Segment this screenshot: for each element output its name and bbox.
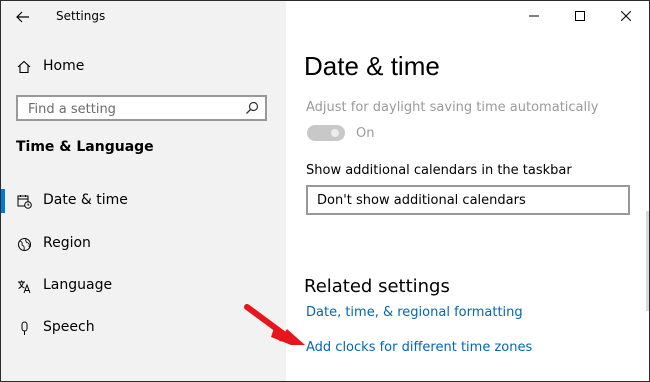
page-title: Date & time (304, 51, 440, 81)
calendars-selected-value: Don't show additional calendars (317, 193, 526, 208)
sidebar-item-region[interactable]: Region (1, 228, 286, 260)
dst-toggle (307, 125, 345, 141)
sidebar-item-label: Region (43, 235, 91, 251)
title-bar: Settings (1, 1, 286, 33)
app-title: Settings (56, 9, 106, 23)
microphone-icon (16, 320, 32, 336)
calendar-clock-icon (16, 193, 32, 209)
close-icon (621, 11, 631, 21)
home-icon (16, 59, 32, 75)
related-settings-heading: Related settings (304, 276, 450, 297)
search-icon[interactable] (245, 101, 259, 115)
close-button[interactable] (603, 1, 649, 31)
dst-label: Adjust for daylight saving time automati… (306, 100, 599, 115)
active-indicator (1, 189, 5, 213)
add-clocks-link[interactable]: Add clocks for different time zones (306, 340, 532, 355)
home-label: Home (43, 58, 85, 74)
section-heading: Time & Language (16, 139, 154, 155)
minimize-icon (529, 15, 539, 17)
window-controls (511, 1, 649, 31)
search-box[interactable] (16, 95, 267, 121)
back-button[interactable] (11, 6, 35, 28)
dst-toggle-state: On (356, 126, 375, 141)
settings-window: Settings Home Time & Language (0, 0, 650, 382)
calendars-label: Show additional calendars in the taskbar (306, 163, 572, 178)
back-arrow-icon (16, 11, 29, 23)
globe-icon (16, 236, 32, 252)
regional-formatting-link[interactable]: Date, time, & regional formatting (306, 305, 523, 320)
maximize-icon (575, 11, 585, 21)
maximize-button[interactable] (557, 1, 603, 31)
search-input[interactable] (26, 100, 240, 118)
language-icon (16, 278, 32, 294)
scrollbar[interactable] (646, 211, 649, 311)
home-nav-item[interactable]: Home (1, 51, 286, 83)
minimize-button[interactable] (511, 1, 557, 31)
sidebar-item-date-time[interactable]: Date & time (1, 185, 286, 217)
sidebar-item-label: Speech (43, 319, 95, 335)
sidebar-item-label: Date & time (43, 192, 128, 208)
main-content: Date & time Adjust for daylight saving t… (286, 1, 649, 381)
sidebar-item-language[interactable]: Language (1, 270, 286, 302)
sidebar-item-label: Language (43, 277, 113, 293)
calendars-dropdown[interactable]: Don't show additional calendars (306, 185, 630, 215)
annotation-arrow-icon (244, 304, 305, 345)
toggle-knob (331, 129, 339, 137)
